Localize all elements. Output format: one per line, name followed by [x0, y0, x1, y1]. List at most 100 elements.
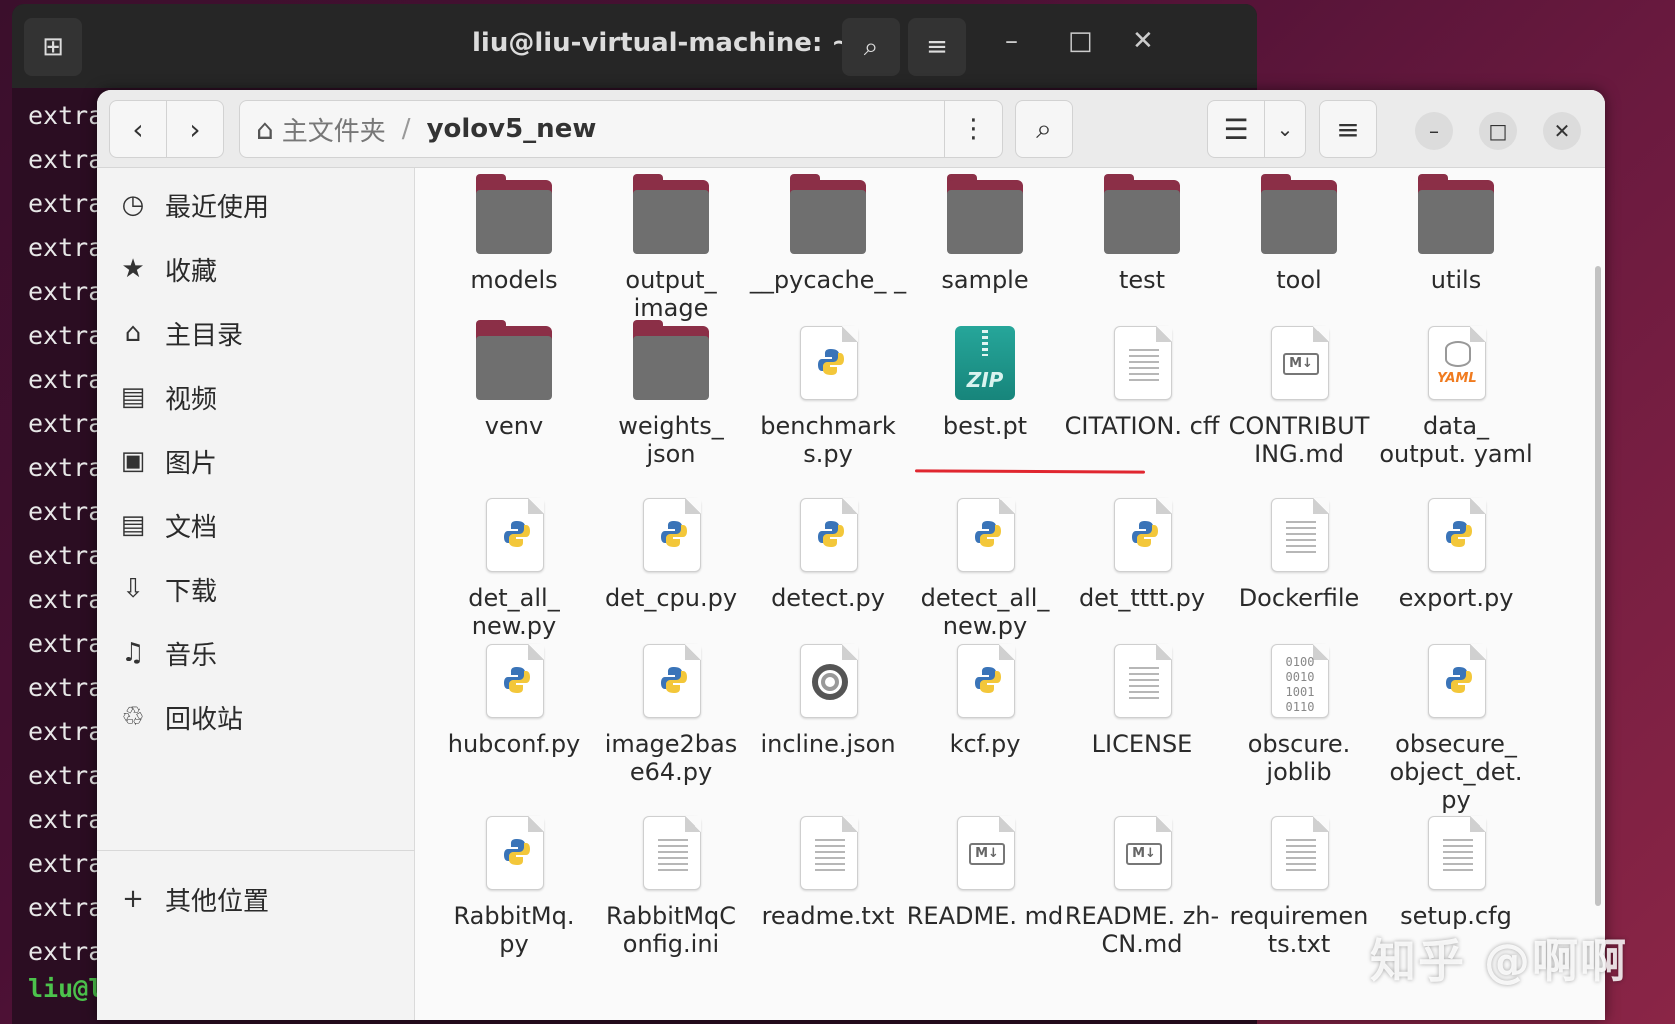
file-item[interactable]: ZIP best.pt [906, 326, 1064, 440]
file-item[interactable]: RabbitMq. py [435, 816, 593, 958]
terminal-line: extra [28, 893, 104, 922]
python-file-icon [945, 644, 1025, 724]
terminal-minimize-button[interactable]: – [1005, 26, 1018, 56]
file-item[interactable]: det_tttt.py [1063, 498, 1221, 612]
sidebar-item-label: 其他位置 [165, 886, 270, 917]
folder-item[interactable]: weights_ json [592, 320, 750, 468]
folder-item[interactable]: venv [435, 320, 593, 440]
terminal-output: extra extra extra extra extra extra extra extra… [28, 94, 103, 974]
folder-item[interactable]: sample [906, 174, 1064, 294]
terminal-line: extra [28, 365, 104, 394]
sidebar: ◷ 最近使用 ★ 收藏 ⌂ 主目录 ▤ 视频 ▣ 图片 ▤ 文档 ⇩ 下载 ♫ 音乐 ♲ 回收站 + 其他位置 [97, 168, 415, 1020]
file-item[interactable]: hubconf.py [435, 644, 593, 758]
forward-button[interactable]: › [166, 100, 224, 158]
folder-item[interactable]: test [1063, 174, 1221, 294]
file-name: CITATION. cff [1064, 412, 1220, 440]
file-item[interactable]: M↓ README. md [906, 816, 1064, 930]
main-menu-button[interactable]: ≡ [1319, 100, 1377, 158]
folder-item[interactable]: models [435, 174, 593, 294]
terminal-line: extra [28, 321, 104, 350]
new-tab-button[interactable]: ⊞ [24, 18, 82, 76]
sidebar-item-label: 图片 [165, 448, 218, 479]
file-item[interactable]: export.py [1377, 498, 1535, 612]
terminal-close-button[interactable]: ✕ [1132, 26, 1154, 56]
folder-item[interactable]: utils [1377, 174, 1535, 294]
python-file-icon [631, 644, 711, 724]
folder-icon [1102, 174, 1182, 260]
path-current-segment[interactable]: yolov5_new [427, 114, 597, 144]
sidebar-item-7[interactable]: ♫ 音乐 [115, 628, 217, 678]
folder-icon [1416, 174, 1496, 260]
sidebar-item-8[interactable]: ♲ 回收站 [115, 692, 243, 742]
sidebar-item-6[interactable]: ⇩ 下载 [115, 564, 217, 614]
terminal-search-button[interactable]: ⌕ [842, 18, 900, 76]
folder-item[interactable]: tool [1220, 174, 1378, 294]
python-file-icon [788, 326, 868, 406]
sidebar-item-4[interactable]: ▣ 图片 [115, 436, 217, 486]
file-item[interactable]: RabbitMqC onfig.ini [592, 816, 750, 958]
file-item[interactable]: LICENSE [1063, 644, 1221, 758]
file-item[interactable]: det_cpu.py [592, 498, 750, 612]
folder-item[interactable]: __pycache_ _ [749, 174, 907, 294]
view-options-button[interactable]: ⌄ [1264, 100, 1306, 158]
file-item[interactable]: readme.txt [749, 816, 907, 930]
sidebar-item-other-locations[interactable]: + 其他位置 [115, 874, 269, 924]
file-item[interactable]: incline.json [749, 644, 907, 758]
view-list-button[interactable]: ☰ [1207, 100, 1265, 158]
file-item[interactable]: benchmark s.py [749, 326, 907, 468]
minimize-button[interactable]: – [1415, 112, 1453, 150]
close-button[interactable]: ✕ [1543, 112, 1581, 150]
text-file-icon [1102, 326, 1182, 406]
file-name: export.py [1398, 584, 1514, 612]
text-file-icon [1102, 644, 1182, 724]
folder-item[interactable]: output_ image [592, 174, 750, 322]
file-name: det_cpu.py [604, 584, 738, 612]
file-name: requiremen ts.txt [1229, 902, 1369, 958]
markdown-file-icon: M↓ [1259, 326, 1339, 406]
file-item[interactable]: det_all_ new.py [435, 498, 593, 640]
scrollbar[interactable] [1595, 266, 1601, 906]
file-name: benchmark s.py [760, 412, 896, 468]
terminal-maximize-button[interactable]: □ [1068, 26, 1093, 56]
file-item[interactable]: requiremen ts.txt [1220, 816, 1378, 958]
sidebar-item-0[interactable]: ◷ 最近使用 [115, 180, 269, 230]
terminal-line: extra [28, 717, 104, 746]
sidebar-item-label: 收藏 [165, 256, 218, 287]
file-item[interactable]: M↓ CONTRIBUT ING.md [1220, 326, 1378, 468]
terminal-menu-button[interactable]: ≡ [908, 18, 966, 76]
file-name: obscure. joblib [1247, 730, 1351, 786]
file-item[interactable]: setup.cfg [1377, 816, 1535, 930]
file-item[interactable]: detect_all_ new.py [906, 498, 1064, 640]
chevron-down-icon: ⌄ [1276, 117, 1294, 141]
search-button[interactable]: ⌕ [1015, 100, 1073, 158]
terminal-line: extra [28, 585, 104, 614]
path-bar[interactable]: ⌂ 主文件夹 / yolov5_new ⋮ [239, 100, 1003, 158]
file-item[interactable]: obsecure_ object_det. py [1377, 644, 1535, 814]
file-item[interactable]: detect.py [749, 498, 907, 612]
file-item[interactable]: 0100 0010 1001 0110 obscure. joblib [1220, 644, 1378, 786]
terminal-line: extra [28, 849, 104, 878]
sidebar-item-5[interactable]: ▤ 文档 [115, 500, 217, 550]
path-menu-button[interactable]: ⋮ [944, 101, 1002, 157]
file-item[interactable]: image2bas e64.py [592, 644, 750, 786]
file-name: weights_ json [618, 412, 724, 468]
sidebar-item-label: 视频 [165, 384, 218, 415]
sidebar-item-2[interactable]: ⌂ 主目录 [115, 308, 243, 358]
file-item[interactable]: CITATION. cff [1063, 326, 1221, 440]
path-home-segment[interactable]: 主文件夹 [282, 111, 386, 148]
maximize-button[interactable]: □ [1479, 112, 1517, 150]
terminal-line: extra [28, 805, 104, 834]
python-file-icon [474, 498, 554, 578]
file-item[interactable]: YAML data_ output. yaml [1377, 326, 1535, 468]
text-file-icon [1259, 816, 1339, 896]
sidebar-item-1[interactable]: ★ 收藏 [115, 244, 217, 294]
file-name: models [470, 266, 558, 294]
sidebar-item-3[interactable]: ▤ 视频 [115, 372, 217, 422]
binary-file-icon: 0100 0010 1001 0110 [1259, 644, 1339, 724]
video-icon: ▤ [120, 382, 146, 412]
file-item[interactable]: kcf.py [906, 644, 1064, 758]
terminal-line: extra [28, 145, 104, 174]
file-item[interactable]: M↓ README. zh-CN.md [1063, 816, 1221, 958]
file-item[interactable]: Dockerfile [1220, 498, 1378, 612]
back-button[interactable]: ‹ [109, 100, 167, 158]
